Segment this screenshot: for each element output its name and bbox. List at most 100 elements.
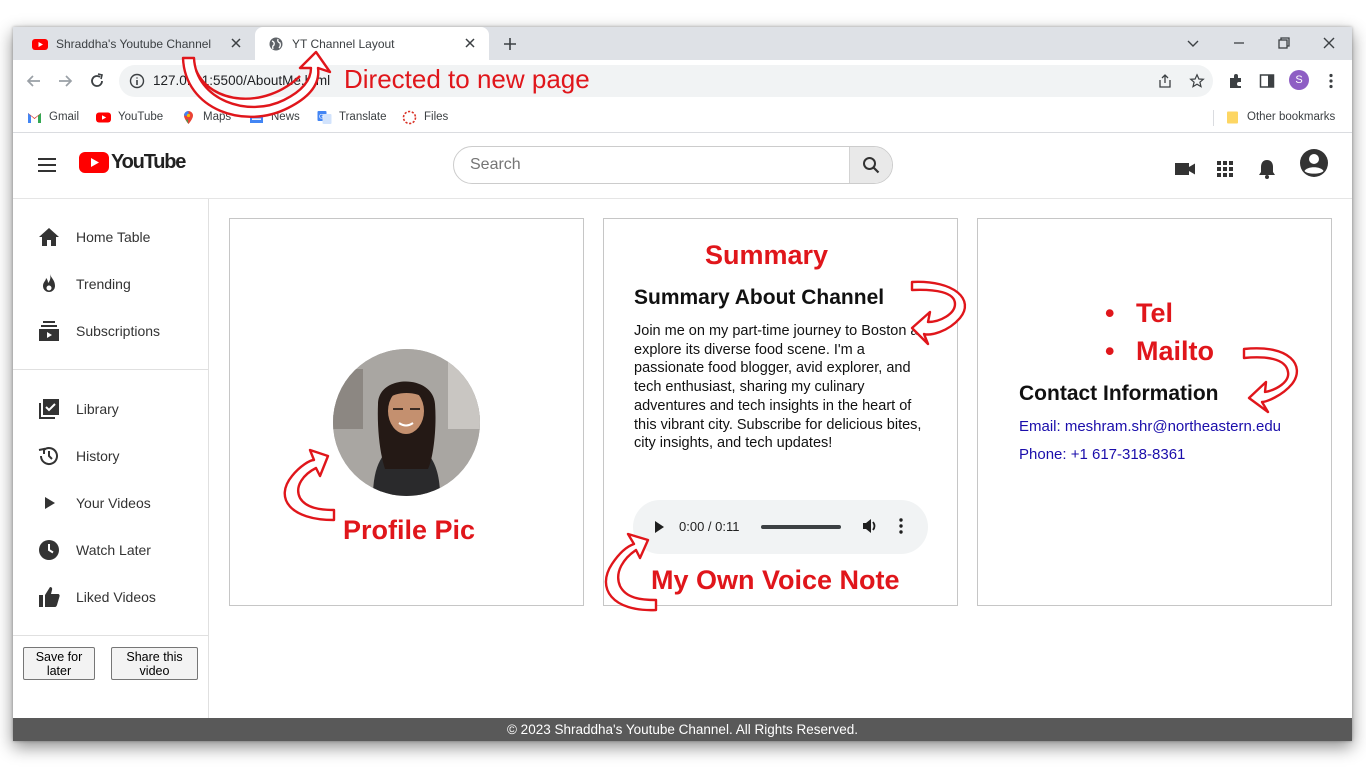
minimize-icon[interactable] [1228,33,1250,53]
folder-icon [1227,111,1238,123]
summary-text: Join me on my part-time journey to Bosto… [634,323,934,452]
info-icon[interactable] [129,73,145,89]
email-link[interactable]: Email: meshram.shr@northeastern.edu [1019,418,1281,435]
bookmarks-separator [1213,110,1214,126]
kebab-menu-icon[interactable] [1322,72,1340,90]
youtube-icon [96,112,111,122]
account-icon[interactable] [1299,148,1329,178]
save-for-later-button[interactable]: Save for later [23,647,95,680]
contact-title: Contact Information [1019,382,1219,405]
tab-yt-channel-layout[interactable]: YT Channel Layout [255,27,489,60]
share-icon[interactable] [1157,73,1173,89]
new-tab-icon[interactable] [501,35,519,53]
forward-arrow-icon[interactable] [56,72,74,90]
sidebar-item-label: Library [76,401,119,417]
share-video-button[interactable]: Share this video [111,647,198,680]
other-bookmarks-label: Other bookmarks [1247,111,1336,123]
youtube-logo[interactable]: YouTube [79,150,186,173]
close-icon[interactable] [229,36,243,50]
close-icon[interactable] [463,36,477,50]
tab-shraddha-channel[interactable]: Shraddha's Youtube Channel [13,27,255,60]
clock-icon [39,540,59,560]
sidebar-divider [13,635,208,636]
audio-options-icon[interactable] [895,517,907,535]
sidebar-item-label: Your Videos [76,495,151,511]
bookmark-files[interactable]: Files [402,108,448,126]
sidebar-item-liked-videos[interactable]: Liked Videos [13,577,208,617]
back-arrow-icon[interactable] [25,72,43,90]
play-icon[interactable] [652,519,666,535]
sidebar-item-label: Liked Videos [76,589,156,605]
search-button[interactable] [849,147,892,183]
summary-title: Summary About Channel [634,286,885,309]
bookmark-youtube[interactable]: YouTube [96,108,163,126]
profile-picture [333,349,480,496]
sidebar-item-library[interactable]: Library [13,389,208,429]
annotation-summary: Summary [705,240,829,270]
sidebar: Home Table Trending Subscriptions Librar… [13,199,209,718]
search-input[interactable] [454,147,851,183]
history-icon [38,447,58,465]
star-icon[interactable] [1189,73,1205,89]
translate-icon: G [317,110,332,124]
volume-icon[interactable] [861,517,879,535]
globe-icon [269,37,283,50]
subscriptions-icon [39,321,59,341]
bookmark-gmail[interactable]: Gmail [27,108,79,126]
audio-player: 0:00 / 0:11 [633,500,928,554]
sidebar-item-label: Home Table [76,229,151,245]
summary-card: Summary About Channel Join me on my part… [603,218,958,606]
profile-avatar[interactable]: S [1289,70,1309,90]
bookmark-translate[interactable]: G Translate [317,108,387,126]
bookmark-label: Gmail [49,111,80,123]
tab-search-chevron-icon[interactable] [1182,33,1204,53]
annotation-tel-text: Tel [1135,298,1173,328]
svg-text:G: G [319,114,324,120]
url-text: 127.0.0.1:5500/AboutMe.html [153,73,331,88]
search-icon [863,157,880,174]
reload-icon[interactable] [88,72,106,90]
sidebar-item-watch-later[interactable]: Watch Later [13,530,208,570]
fire-icon [43,274,55,292]
logo-text: YouTube [111,150,186,173]
sidebar-item-trending[interactable]: Trending [13,264,208,304]
contact-card: Contact Information Email: meshram.shr@n… [977,218,1332,606]
youtube-favicon [32,38,48,50]
annotation-tel: • Tel [1105,298,1173,328]
site-header: YouTube [13,134,1352,199]
bookmark-label: Files [424,111,449,123]
sidebar-item-label: Watch Later [76,542,151,558]
apps-grid-icon[interactable] [1214,158,1236,180]
profile-card [229,218,584,606]
bookmark-news[interactable]: News [249,108,300,126]
close-window-icon[interactable] [1318,33,1340,53]
bookmark-maps[interactable]: Maps [181,108,231,126]
sidebar-item-subscriptions[interactable]: Subscriptions [13,311,208,351]
audio-seek-bar[interactable] [761,525,841,529]
phone-link[interactable]: Phone: +1 617-318-8361 [1019,446,1185,463]
sidebar-item-home[interactable]: Home Table [13,217,208,257]
restore-icon[interactable] [1273,33,1295,53]
extensions-puzzle-icon[interactable] [1227,72,1245,90]
annotation-directed-new-page: Directed to new page [344,64,590,94]
video-camera-icon[interactable] [1174,158,1196,180]
audio-time: 0:00 / 0:11 [679,519,740,534]
bookmark-label: YouTube [118,111,164,123]
youtube-play-logo-icon [79,151,109,173]
other-bookmarks[interactable]: Other bookmarks [1225,108,1335,126]
maps-icon [184,110,193,124]
browser-toolbar: 127.0.0.1:5500/AboutMe.html S [13,60,1352,102]
hamburger-menu-icon[interactable] [37,157,57,173]
thumbs-up-icon [39,587,60,607]
notification-bell-icon[interactable] [1256,158,1278,180]
bookmarks-bar: Gmail YouTube Maps News G Translate File… [13,102,1352,133]
sidebar-item-history[interactable]: History [13,436,208,476]
tab-strip: Shraddha's Youtube Channel YT Channel La… [13,27,1352,60]
annotation-mailto: • Mailto [1105,336,1214,366]
address-bar[interactable]: 127.0.0.1:5500/AboutMe.html [119,65,1213,97]
gmail-icon [28,112,41,123]
sidebar-item-your-videos[interactable]: Your Videos [13,483,208,523]
annotation-voice-note: My Own Voice Note [651,565,900,595]
side-panel-icon[interactable] [1258,72,1276,90]
home-icon [39,228,59,246]
